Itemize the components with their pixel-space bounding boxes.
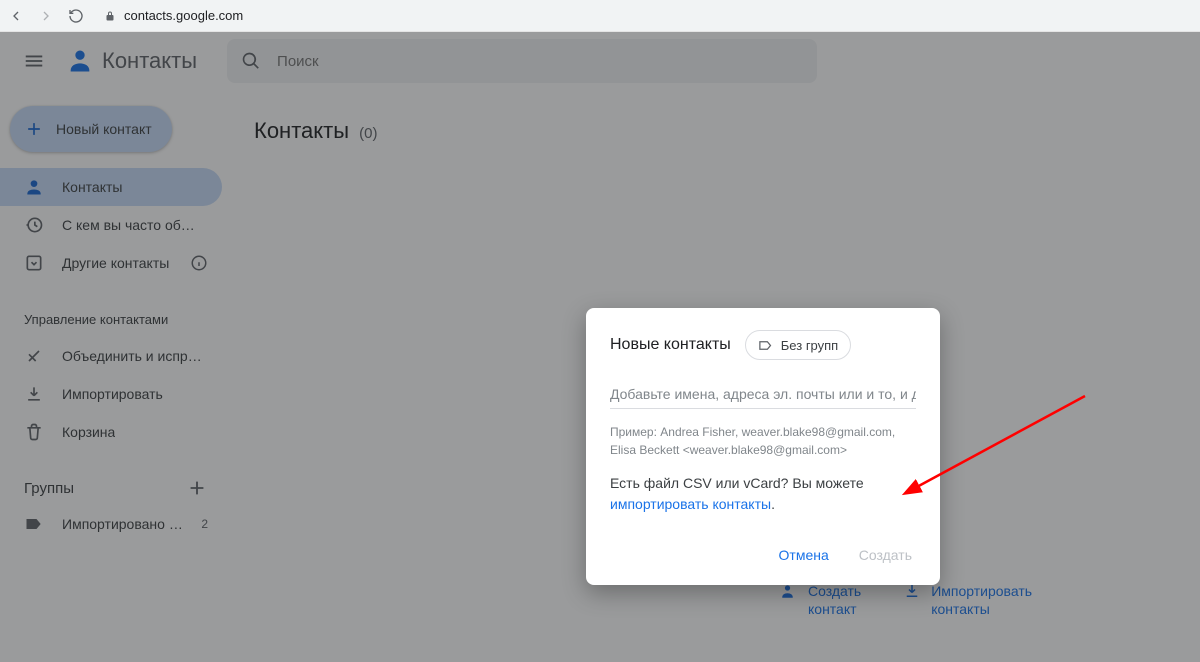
browser-nav (8, 8, 84, 24)
example-text: Пример: Andrea Fisher, weaver.blake98@gm… (610, 423, 916, 459)
reload-icon[interactable] (68, 8, 84, 24)
lock-icon (104, 10, 116, 22)
import-contacts-dialog-link[interactable]: импортировать контакты (610, 496, 771, 512)
dialog-header: Новые контакты Без групп (610, 330, 916, 360)
create-button[interactable]: Создать (855, 541, 916, 569)
contacts-input[interactable] (610, 380, 916, 409)
url-text: contacts.google.com (124, 8, 243, 23)
new-contacts-dialog: Новые контакты Без групп Пример: Andrea … (586, 308, 940, 585)
url-bar[interactable]: contacts.google.com (104, 8, 243, 23)
forward-icon[interactable] (38, 8, 54, 24)
label-outline-icon (758, 338, 773, 353)
dialog-actions: Отмена Создать (610, 541, 916, 569)
browser-chrome: contacts.google.com (0, 0, 1200, 32)
dialog-title: Новые контакты (610, 336, 731, 354)
chip-label: Без групп (781, 338, 838, 353)
import-hint-text: Есть файл CSV или vCard? Вы можете (610, 475, 864, 491)
back-icon[interactable] (8, 8, 24, 24)
import-hint: Есть файл CSV или vCard? Вы можете импор… (610, 473, 916, 515)
group-chip[interactable]: Без групп (745, 330, 851, 360)
period: . (771, 496, 775, 512)
cancel-button[interactable]: Отмена (775, 541, 833, 569)
